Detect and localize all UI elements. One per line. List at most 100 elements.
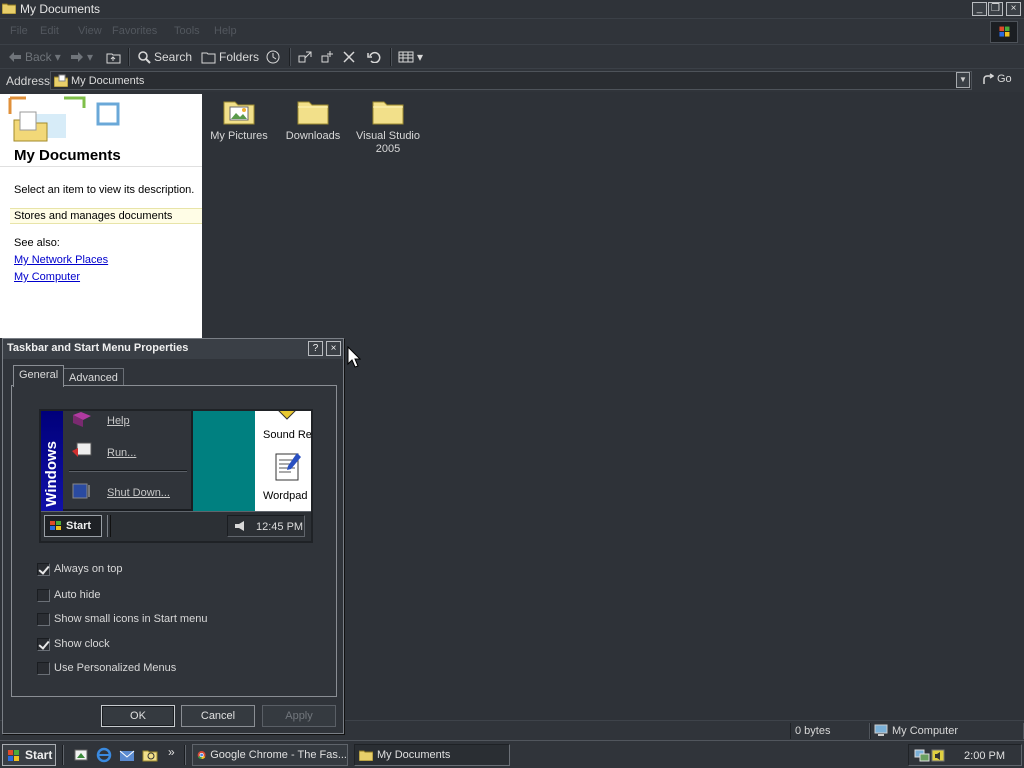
volume-tray-icon[interactable] [931,748,945,763]
outlook-express-icon[interactable] [119,747,135,763]
menu-help[interactable]: Help [214,25,237,37]
menu-tools[interactable]: Tools [174,25,200,37]
preview-start-button: Start [44,515,102,537]
go-button[interactable]: Go [982,73,1012,85]
search-icon [138,51,151,64]
always-on-top-checkbox[interactable] [37,562,50,576]
option-always-on-top[interactable]: Always on top [37,561,122,577]
window-titlebar: My Documents _ ❐ × [0,0,1024,18]
task-pane-info: Stores and manages documents [10,208,202,224]
option-label: Show clock [54,638,110,650]
show-clock-checkbox[interactable] [37,637,50,651]
show-small-icons-checkbox[interactable] [37,612,50,626]
toolbar-separator [289,48,291,66]
taskbar-clock[interactable]: 2:00 PM [964,750,1005,762]
history-button[interactable] [265,48,281,66]
toolbar-separator [128,48,130,66]
run-icon [72,442,92,457]
back-label: Back [25,50,52,64]
forward-arrow-icon [71,52,83,62]
option-show-small-icons[interactable]: Show small icons in Start menu [37,611,207,627]
menu-view[interactable]: View [78,25,102,37]
start-button[interactable]: Start [2,744,56,766]
folder-visual-studio-2005[interactable]: Visual Studio 2005 [352,96,424,156]
option-label: Use Personalized Menus [54,662,177,674]
sound-recorder-icon [278,411,296,420]
move-to-button[interactable] [297,48,313,66]
undo-button[interactable] [367,48,381,66]
back-button[interactable]: Back ▾ [8,48,61,66]
window-title: My Documents [20,2,101,16]
quicklaunch-divider [62,745,64,765]
forward-button[interactable]: ▾ [70,48,93,66]
folders-button[interactable]: Folders [201,48,259,66]
address-input[interactable]: My Documents [50,71,972,90]
folder-label: Downloads [285,130,341,142]
delete-button[interactable] [343,48,355,66]
search-button[interactable]: Search [137,48,192,66]
restore-button[interactable]: ❐ [988,2,1003,16]
up-folder-button[interactable] [106,48,121,66]
status-size: 0 bytes [795,725,831,737]
pictures-folder-icon [223,101,255,125]
task-google-chrome[interactable]: Google Chrome - The Fas... [192,744,348,766]
dialog-close-button[interactable]: × [326,341,341,356]
folder-label: Visual Studio 2005 [355,130,420,155]
delete-icon [343,51,355,63]
address-dropdown-button[interactable]: ▼ [956,72,970,88]
internet-explorer-icon[interactable] [96,747,112,763]
menu-edit[interactable]: Edit [40,25,59,37]
option-show-clock[interactable]: Show clock [37,636,110,652]
tab-general[interactable]: General [13,365,65,387]
preview-menu-shut-down: Shut Down... [107,487,170,499]
task-my-documents[interactable]: My Documents [354,744,510,766]
shut-down-icon [72,483,90,499]
views-button[interactable]: ▾ [398,48,423,66]
menu-favorites[interactable]: Favorites [112,25,157,37]
windows-logo-icon [990,21,1018,43]
option-auto-hide[interactable]: Auto hide [37,587,100,603]
views-dropdown-icon: ▾ [417,50,424,64]
personalized-menus-checkbox[interactable] [37,661,50,675]
taskbar: Start » Google Chrome - The Fas... My Do… [0,740,1024,768]
menu-bar: File Edit View Favorites Tools Help [0,18,1024,44]
preview-menu-help: Help [107,415,130,427]
dialog-titlebar[interactable]: Taskbar and Start Menu Properties ? × [3,339,343,359]
folder-icon [359,750,373,761]
search-label: Search [154,50,193,64]
tab-advanced[interactable]: Advanced [63,368,124,386]
folder-downloads[interactable]: Downloads [277,96,349,143]
windows-flag-icon [50,521,61,530]
apply-button[interactable]: Apply [262,705,336,727]
task-label: Google Chrome - The Fas... [210,749,347,761]
menu-file[interactable]: File [10,25,28,37]
back-arrow-icon [9,52,21,62]
preview-clock: 12:45 PM [256,521,304,533]
quicklaunch-chevron-icon[interactable]: » [168,745,175,759]
link-my-computer[interactable]: My Computer [14,271,80,283]
undo-icon [367,51,381,63]
cancel-button[interactable]: Cancel [181,705,255,727]
show-desktop-icon[interactable] [74,748,89,763]
copy-to-button[interactable] [320,48,336,66]
preview-menu-run: Run... [107,447,137,459]
back-dropdown-icon: ▾ [54,50,61,64]
mouse-cursor-icon [347,346,361,368]
option-personalized-menus[interactable]: Use Personalized Menus [37,660,176,676]
preview-start-label: Start [66,520,92,532]
auto-hide-checkbox[interactable] [37,588,50,602]
close-button[interactable]: × [1006,2,1021,16]
link-my-network-places[interactable]: My Network Places [14,254,108,266]
folder-icon [297,101,329,125]
dialog-help-button[interactable]: ? [308,341,323,356]
ok-button[interactable]: OK [101,705,175,727]
views-icon [398,51,414,63]
folder-my-pictures[interactable]: My Pictures [203,96,275,143]
folder-label: My Pictures [210,130,268,142]
task-label: My Documents [377,749,451,761]
minimize-button[interactable]: _ [972,2,987,16]
my-computer-icon [874,724,888,736]
network-tray-icon[interactable] [914,748,930,763]
search-folder-icon[interactable] [142,747,158,763]
preview-taskbar-handle [107,515,111,537]
